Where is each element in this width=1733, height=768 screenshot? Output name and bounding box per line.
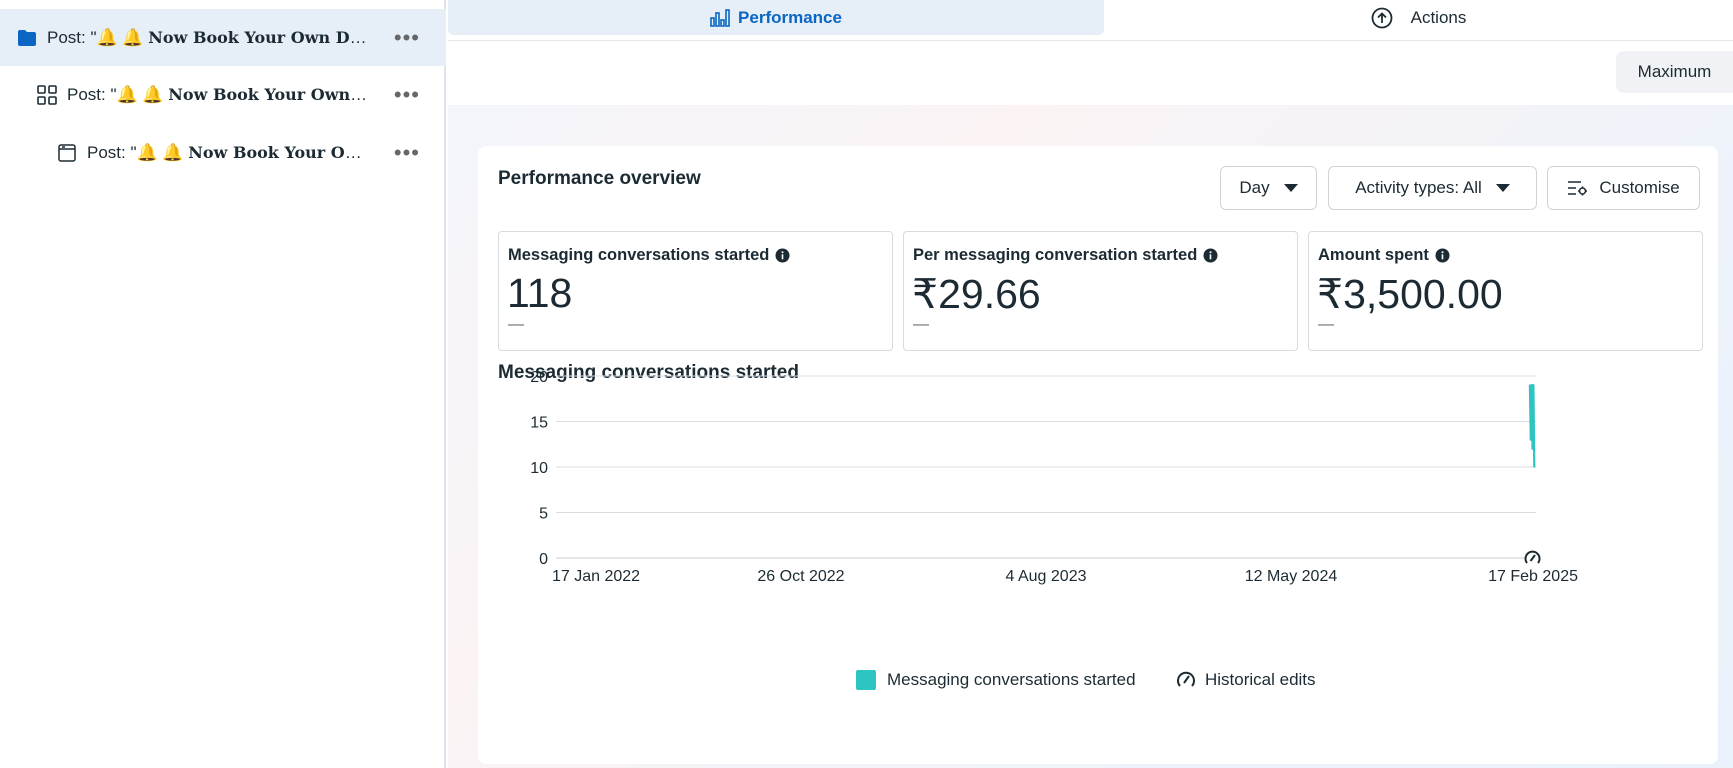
y-tick-label: 20	[530, 369, 548, 386]
tab-actions-label: Actions	[1410, 7, 1467, 27]
legend-swatch	[856, 670, 876, 690]
more-options-icon[interactable]: •••	[394, 26, 420, 49]
data-point	[1530, 384, 1533, 386]
chart-legend: Messaging conversations started Historic…	[478, 670, 1718, 700]
historical-edits-icon	[1176, 670, 1196, 690]
more-options-icon[interactable]: •••	[394, 83, 420, 106]
legend-edits-label: Historical edits	[1205, 670, 1316, 689]
data-point	[1532, 384, 1535, 386]
sidebar-item-adset[interactable]: Post: "🔔 🔔 Now Book Your Own Dr... •••	[0, 66, 446, 123]
y-tick-label: 10	[530, 460, 548, 477]
date-range-button[interactable]: Maximum	[1616, 51, 1733, 93]
bar-chart-icon	[710, 8, 730, 27]
x-tick-label: 26 Oct 2022	[757, 568, 844, 585]
top-tabs: Performance Actions	[448, 0, 1733, 41]
y-tick-label: 15	[530, 415, 548, 432]
data-point	[1529, 384, 1531, 386]
folder-icon	[15, 26, 39, 50]
tab-actions[interactable]: Actions	[1104, 0, 1733, 35]
x-tick-label: 12 May 2024	[1245, 568, 1338, 585]
legend-item-historical-edits[interactable]: Historical edits	[1176, 670, 1316, 690]
legend-series-label: Messaging conversations started	[887, 670, 1136, 689]
messaging-conversations-chart[interactable]: 0 5 10 15 20 17 Jan 2022 26 Oct 2022 4 Aug 2023…	[478, 146, 1718, 666]
more-options-icon[interactable]: •••	[394, 141, 420, 164]
sidebar-item-ad[interactable]: Post: "🔔 🔔 Now Book Your Own ... •••	[0, 124, 446, 181]
upload-circle-icon	[1371, 7, 1393, 29]
x-tick-label: 17 Jan 2022	[552, 568, 640, 585]
grid-icon	[35, 83, 59, 107]
sidebar-item-label: Post: "🔔 🔔 Now Book Your Own Dr...	[67, 84, 372, 104]
historical-edits-marker-icon[interactable]	[1524, 550, 1541, 566]
sidebar-item-campaign[interactable]: Post: "🔔 🔔 Now Book Your Own Drea... •••	[0, 9, 446, 66]
data-point	[1531, 448, 1534, 450]
sidebar-item-label: Post: "🔔 🔔 Now Book Your Own ...	[87, 142, 372, 162]
sidebar-item-label: Post: "🔔 🔔 Now Book Your Own Drea...	[47, 27, 367, 47]
toolbar-strip: Maximum	[448, 41, 1733, 105]
data-point	[1533, 466, 1536, 468]
y-tick-label: 5	[539, 506, 548, 523]
campaign-tree-sidebar: Post: "🔔 🔔 Now Book Your Own Drea... •••…	[0, 0, 446, 768]
ad-window-icon	[55, 141, 79, 165]
data-point	[1529, 438, 1532, 441]
tab-performance-label: Performance	[738, 7, 842, 27]
y-tick-label: 0	[539, 551, 548, 568]
x-tick-label: 17 Feb 2025	[1488, 568, 1578, 585]
series-line	[1528, 384, 1536, 468]
performance-overview-card: Performance overview Day Activity types:…	[478, 146, 1718, 764]
legend-item-series[interactable]: Messaging conversations started	[856, 670, 1136, 690]
x-tick-label: 4 Aug 2023	[1006, 568, 1087, 585]
tab-performance[interactable]: Performance	[448, 0, 1104, 35]
